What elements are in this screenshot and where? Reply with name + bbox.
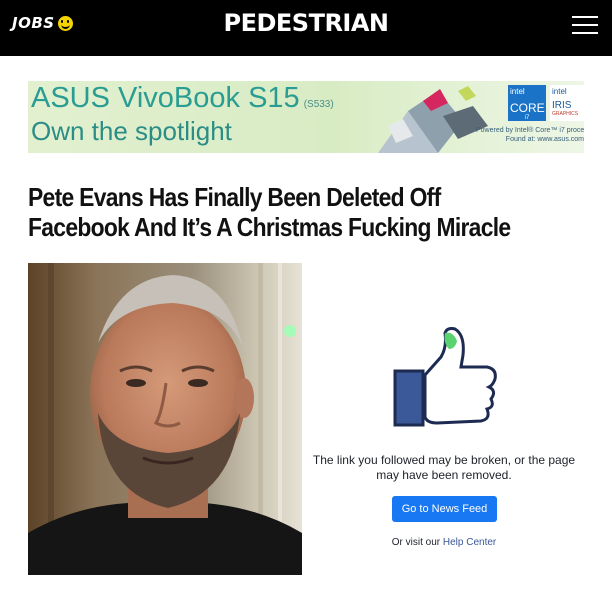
ad-brand: ASUS VivoBook S15: [31, 82, 300, 114]
or-visit-text: Or visit our: [391, 537, 441, 548]
help-center-line: Or visit our Help Center: [302, 537, 586, 548]
ad-tagline: Own the spotlight: [31, 116, 232, 146]
ad-brand-line: ASUS VivoBook S15 (S533): [31, 82, 334, 115]
portrait-image: [28, 263, 302, 575]
go-to-news-feed-button[interactable]: Go to News Feed: [392, 496, 497, 522]
site-header: JOBS PEDESTRIAN: [0, 0, 612, 56]
hamburger-menu-icon[interactable]: [572, 16, 598, 36]
ad-model: (S533): [303, 99, 334, 110]
ad-fineprint: Powered by Intel® Core™ i7 proces Found …: [476, 127, 584, 143]
article-photo: [28, 263, 302, 575]
pedestrian-logo[interactable]: PEDESTRIAN: [0, 9, 612, 37]
intel-core-badge: intel CORE i7: [508, 85, 546, 121]
article-headline: Pete Evans Has Finally Been Deleted Off …: [28, 182, 511, 242]
intel-iris-badge: intel IRIS GRAPHICS: [550, 85, 584, 121]
thumbs-up-icon: [393, 327, 497, 427]
asus-ad-banner[interactable]: ASUS VivoBook S15 (S533) Own the spotligh…: [28, 81, 584, 153]
laptop-illustration: [378, 86, 488, 153]
help-center-link[interactable]: Help Center: [443, 537, 496, 548]
error-message: The link you followed may be broken, or …: [312, 453, 576, 482]
